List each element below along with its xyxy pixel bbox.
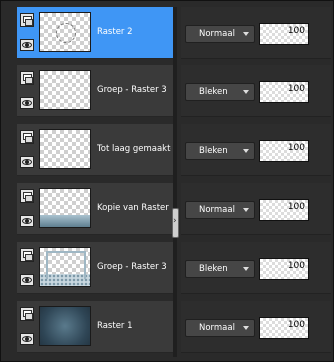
- layer-control-row: Normaal 100: [181, 183, 331, 235]
- layer-stack-icon[interactable]: [20, 71, 34, 85]
- opacity-field[interactable]: 100: [259, 140, 309, 162]
- thumbnail-circle: [56, 23, 76, 43]
- layer-row[interactable]: Groep - Raster 3: [17, 242, 173, 294]
- layer-stack-icon[interactable]: [20, 130, 34, 144]
- layer-control-row: Bleken 100: [181, 65, 331, 117]
- blend-mode-label: Bleken: [199, 264, 228, 274]
- chevron-down-icon: [243, 149, 249, 153]
- layer-list: Raster 2 Groep - Raster 3 Tot laag gemaa…: [17, 7, 173, 357]
- splitter-handle[interactable]: [172, 208, 179, 238]
- opacity-field[interactable]: 100: [259, 199, 309, 221]
- opacity-field[interactable]: 100: [259, 317, 309, 339]
- layer-row[interactable]: Raster 2: [17, 7, 173, 59]
- layer-thumbnail: [39, 247, 91, 287]
- layer-row[interactable]: Tot laag gemaakte se: [17, 124, 173, 176]
- blend-mode-select[interactable]: Bleken: [185, 83, 255, 101]
- layer-name[interactable]: Tot laag gemaakte se: [97, 144, 171, 154]
- chevron-down-icon: [243, 208, 249, 212]
- layer-row[interactable]: Kopie van Raster 1: [17, 183, 173, 235]
- eye-icon[interactable]: [20, 274, 34, 286]
- opacity-value: 100: [287, 202, 305, 212]
- thumbnail-fill: [40, 307, 90, 345]
- opacity-field[interactable]: 100: [259, 258, 309, 280]
- layer-thumbnail: [39, 12, 91, 52]
- layer-stack-icon[interactable]: [20, 307, 34, 321]
- blend-mode-select[interactable]: Normaal: [185, 319, 255, 337]
- blend-mode-select[interactable]: Normaal: [185, 201, 255, 219]
- layer-thumbnail: [39, 306, 91, 346]
- opacity-value: 100: [287, 320, 305, 330]
- blend-mode-label: Normaal: [199, 323, 235, 333]
- opacity-field[interactable]: 100: [259, 23, 309, 45]
- chevron-down-icon: [243, 32, 249, 36]
- thumbnail-band: [40, 215, 90, 227]
- blend-mode-label: Bleken: [199, 146, 228, 156]
- chevron-down-icon: [243, 326, 249, 330]
- eye-icon[interactable]: [20, 156, 34, 168]
- opacity-value: 100: [287, 143, 305, 153]
- opacity-value: 100: [287, 26, 305, 36]
- blend-mode-select[interactable]: Bleken: [185, 260, 255, 278]
- opacity-value: 100: [287, 261, 305, 271]
- blend-mode-select[interactable]: Bleken: [185, 142, 255, 160]
- layer-name[interactable]: Groep - Raster 3: [97, 85, 171, 95]
- layer-control-row: Bleken 100: [181, 242, 331, 294]
- layer-controls: Normaal 100 Bleken 100 Bleken 100 Normaa…: [181, 7, 331, 357]
- eye-icon[interactable]: [20, 39, 34, 51]
- eye-icon[interactable]: [20, 97, 34, 109]
- layer-row[interactable]: Raster 1: [17, 301, 173, 353]
- layer-stack-icon[interactable]: [20, 189, 34, 203]
- layer-name[interactable]: Raster 1: [97, 321, 171, 331]
- opacity-field[interactable]: 100: [259, 81, 309, 103]
- layer-stack-icon[interactable]: [20, 248, 34, 262]
- layer-name[interactable]: Groep - Raster 3: [97, 262, 171, 272]
- opacity-value: 100: [287, 84, 305, 94]
- panel-divider: [173, 7, 177, 357]
- layer-control-row: Bleken 100: [181, 124, 331, 176]
- layer-control-row: Normaal 100: [181, 7, 331, 59]
- layer-stack-icon[interactable]: [20, 13, 34, 27]
- layer-control-row: Normaal 100: [181, 301, 331, 353]
- layer-thumbnail: [39, 188, 91, 228]
- layer-name[interactable]: Raster 2: [97, 27, 171, 37]
- blend-mode-label: Normaal: [199, 29, 235, 39]
- chevron-down-icon: [243, 90, 249, 94]
- layer-thumbnail: [39, 129, 91, 169]
- layer-row[interactable]: Groep - Raster 3: [17, 65, 173, 117]
- blend-mode-label: Bleken: [199, 87, 228, 97]
- layer-name[interactable]: Kopie van Raster 1: [97, 203, 171, 213]
- chevron-down-icon: [243, 267, 249, 271]
- layers-panel: Raster 2 Groep - Raster 3 Tot laag gemaa…: [0, 0, 334, 362]
- layer-thumbnail: [39, 70, 91, 110]
- blend-mode-label: Normaal: [199, 205, 235, 215]
- eye-icon[interactable]: [20, 333, 34, 345]
- eye-icon[interactable]: [20, 215, 34, 227]
- thumbnail-frame: [46, 251, 86, 279]
- blend-mode-select[interactable]: Normaal: [185, 25, 255, 43]
